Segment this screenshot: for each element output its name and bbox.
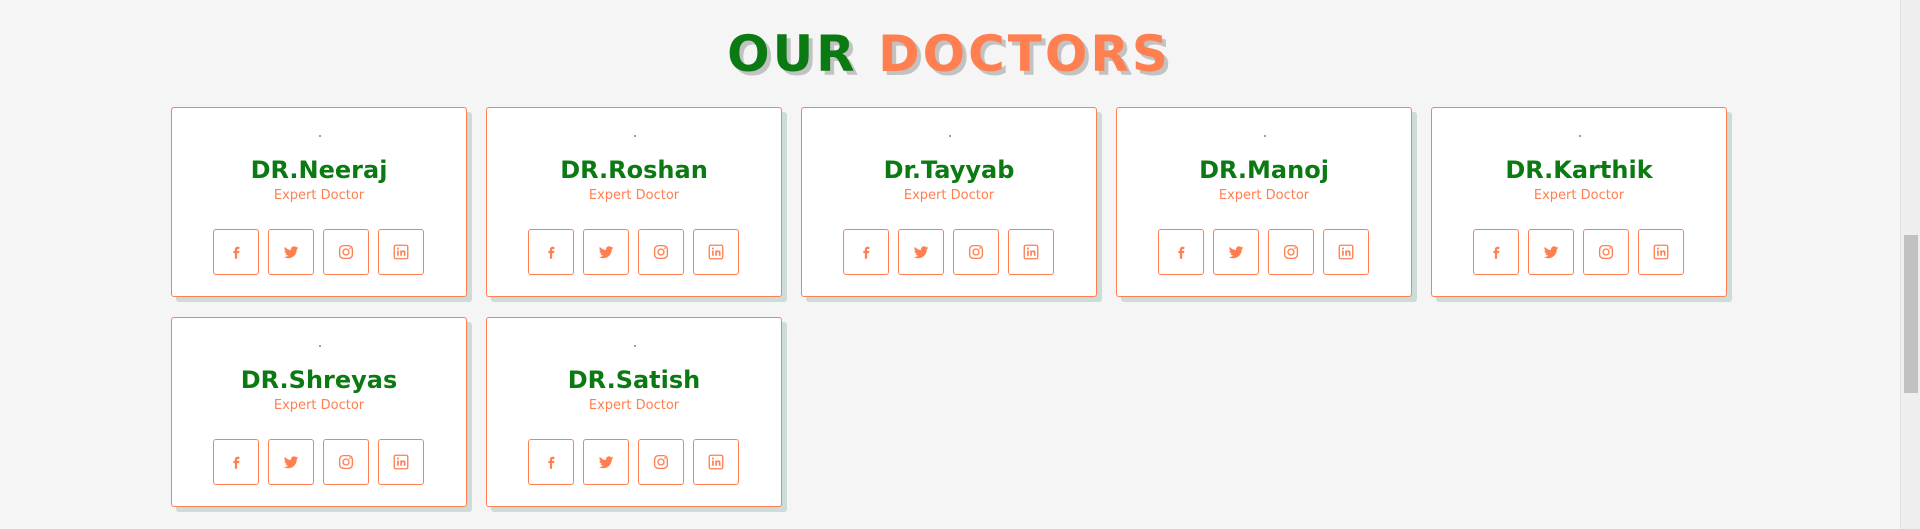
twitter-link[interactable]	[898, 229, 944, 275]
linkedin-icon	[1652, 243, 1670, 261]
twitter-icon	[1227, 243, 1245, 261]
social-links	[528, 229, 739, 275]
doctor-card: DR.Manoj Expert Doctor	[1116, 107, 1412, 297]
doctor-name: DR.Karthik	[1505, 156, 1653, 184]
doctors-grid: DR.Neeraj Expert Doctor DR.Roshan Expert Do…	[171, 107, 1727, 507]
facebook-icon	[1172, 243, 1190, 261]
doctor-name: DR.Manoj	[1199, 156, 1329, 184]
doctor-role: Expert Doctor	[1533, 188, 1625, 203]
section-title-word-doctors: DOCTORS	[878, 25, 1171, 83]
twitter-icon	[597, 243, 615, 261]
facebook-icon	[542, 243, 560, 261]
social-links	[843, 229, 1054, 275]
social-links	[1473, 229, 1684, 275]
instagram-icon	[337, 243, 355, 261]
facebook-icon	[857, 243, 875, 261]
scrollbar-thumb[interactable]	[1904, 235, 1918, 393]
doctor-card: Dr.Tayyab Expert Doctor	[801, 107, 1097, 297]
facebook-link[interactable]	[1473, 229, 1519, 275]
instagram-link[interactable]	[323, 229, 369, 275]
doctor-photo	[634, 135, 636, 137]
linkedin-icon	[392, 243, 410, 261]
linkedin-icon	[707, 243, 725, 261]
linkedin-icon	[1022, 243, 1040, 261]
social-links	[213, 439, 424, 485]
doctor-card: DR.Roshan Expert Doctor	[486, 107, 782, 297]
doctor-role: Expert Doctor	[588, 398, 680, 413]
doctor-photo	[949, 135, 951, 137]
doctor-name: DR.Satish	[567, 366, 701, 394]
twitter-icon	[282, 453, 300, 471]
linkedin-link[interactable]	[1638, 229, 1684, 275]
linkedin-link[interactable]	[1323, 229, 1369, 275]
twitter-icon	[282, 243, 300, 261]
facebook-icon	[227, 243, 245, 261]
twitter-icon	[1542, 243, 1560, 261]
facebook-link[interactable]	[843, 229, 889, 275]
doctor-photo	[634, 345, 636, 347]
doctor-role: Expert Doctor	[273, 398, 365, 413]
twitter-link[interactable]	[1213, 229, 1259, 275]
twitter-link[interactable]	[1528, 229, 1574, 275]
doctor-role: Expert Doctor	[273, 188, 365, 203]
social-links	[213, 229, 424, 275]
linkedin-icon	[1337, 243, 1355, 261]
instagram-link[interactable]	[953, 229, 999, 275]
doctor-role: Expert Doctor	[588, 188, 680, 203]
instagram-link[interactable]	[1268, 229, 1314, 275]
instagram-icon	[337, 453, 355, 471]
facebook-icon	[1487, 243, 1505, 261]
facebook-icon	[542, 453, 560, 471]
twitter-icon	[912, 243, 930, 261]
doctor-name: DR.Roshan	[560, 156, 708, 184]
facebook-link[interactable]	[528, 229, 574, 275]
facebook-link[interactable]	[528, 439, 574, 485]
doctor-card: DR.Neeraj Expert Doctor	[171, 107, 467, 297]
social-links	[1158, 229, 1369, 275]
doctor-name: DR.Shreyas	[240, 366, 398, 394]
instagram-icon	[967, 243, 985, 261]
linkedin-link[interactable]	[693, 229, 739, 275]
page-scrollbar[interactable]	[1900, 0, 1920, 529]
twitter-link[interactable]	[268, 439, 314, 485]
doctor-photo	[319, 345, 321, 347]
linkedin-link[interactable]	[378, 439, 424, 485]
doctor-card: DR.Satish Expert Doctor	[486, 317, 782, 507]
linkedin-link[interactable]	[378, 229, 424, 275]
linkedin-icon	[392, 453, 410, 471]
linkedin-icon	[707, 453, 725, 471]
doctor-card: DR.Karthik Expert Doctor	[1431, 107, 1727, 297]
instagram-link[interactable]	[1583, 229, 1629, 275]
instagram-link[interactable]	[638, 229, 684, 275]
facebook-icon	[227, 453, 245, 471]
twitter-link[interactable]	[583, 439, 629, 485]
doctor-photo	[1579, 135, 1581, 137]
twitter-link[interactable]	[583, 229, 629, 275]
instagram-icon	[652, 453, 670, 471]
doctor-photo	[1264, 135, 1266, 137]
linkedin-link[interactable]	[1008, 229, 1054, 275]
instagram-link[interactable]	[323, 439, 369, 485]
twitter-link[interactable]	[268, 229, 314, 275]
instagram-icon	[652, 243, 670, 261]
doctor-role: Expert Doctor	[903, 188, 995, 203]
doctor-photo	[319, 135, 321, 137]
section-title: OUR DOCTORS	[0, 24, 1898, 84]
instagram-link[interactable]	[638, 439, 684, 485]
linkedin-link[interactable]	[693, 439, 739, 485]
doctor-name: DR.Neeraj	[250, 156, 388, 184]
instagram-icon	[1282, 243, 1300, 261]
social-links	[528, 439, 739, 485]
instagram-icon	[1597, 243, 1615, 261]
facebook-link[interactable]	[213, 439, 259, 485]
doctor-name: Dr.Tayyab	[883, 156, 1015, 184]
facebook-link[interactable]	[213, 229, 259, 275]
facebook-link[interactable]	[1158, 229, 1204, 275]
twitter-icon	[597, 453, 615, 471]
section-title-word-our: OUR	[727, 25, 858, 83]
doctor-card: DR.Shreyas Expert Doctor	[171, 317, 467, 507]
doctor-role: Expert Doctor	[1218, 188, 1310, 203]
